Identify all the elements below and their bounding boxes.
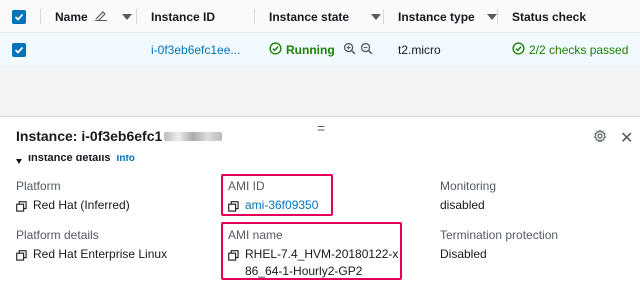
instance-details-section-toggle[interactable]: Instance details Info bbox=[16, 155, 135, 164]
row-checkbox[interactable] bbox=[12, 33, 26, 66]
table-empty-area bbox=[0, 66, 640, 116]
gear-icon[interactable] bbox=[593, 129, 607, 146]
copy-icon[interactable] bbox=[16, 249, 27, 266]
column-header-name[interactable]: Name bbox=[55, 0, 132, 33]
copy-icon[interactable] bbox=[228, 249, 239, 266]
ami-id-link[interactable]: ami-36f09350 bbox=[245, 197, 318, 214]
column-header-instance-type[interactable]: Instance type bbox=[398, 0, 497, 33]
instance-type-cell: t2.micro bbox=[398, 42, 441, 57]
zoom-out-icon[interactable] bbox=[360, 42, 373, 58]
checkbox-checked-icon bbox=[12, 42, 26, 57]
instance-state-cell: Running bbox=[269, 33, 373, 66]
checkbox-checked-icon bbox=[12, 9, 26, 24]
monitoring-field: Monitoring disabled bbox=[440, 179, 497, 212]
platform-field: Platform Red Hat (Inferred) bbox=[16, 179, 130, 217]
caret-down-icon[interactable] bbox=[371, 13, 382, 20]
check-circle-icon bbox=[269, 41, 282, 58]
column-header-status-check[interactable]: Status check bbox=[512, 0, 586, 33]
caret-down-icon bbox=[16, 159, 22, 164]
redacted-text bbox=[164, 131, 223, 141]
platform-details-field: Platform details Red Hat Enterprise Linu… bbox=[16, 228, 167, 266]
table-header: Name Instance ID Instance state Instance… bbox=[0, 0, 640, 33]
zoom-in-icon[interactable] bbox=[343, 42, 356, 58]
column-header-instance-state[interactable]: Instance state bbox=[269, 0, 382, 33]
ami-name-field: AMI name RHEL-7.4_HVM-20180122-x86_64-1-… bbox=[228, 228, 399, 278]
status-check-cell[interactable]: 2/2 checks passed bbox=[512, 33, 628, 66]
copy-icon[interactable] bbox=[16, 200, 27, 217]
select-all-checkbox[interactable] bbox=[12, 0, 26, 33]
running-status: Running bbox=[269, 41, 335, 58]
instances-table: Name Instance ID Instance state Instance… bbox=[0, 0, 640, 66]
caret-down-icon[interactable] bbox=[486, 13, 497, 20]
resize-handle[interactable]: = bbox=[317, 120, 325, 136]
pencil-icon bbox=[94, 9, 108, 24]
table-row[interactable]: i-0f3eb6efc1ee... Running t2.micro 2/2 c… bbox=[0, 33, 640, 66]
instance-id-link[interactable]: i-0f3eb6efc1ee... bbox=[151, 33, 240, 66]
check-circle-icon bbox=[512, 41, 525, 58]
close-icon[interactable]: ✕ bbox=[620, 128, 633, 148]
termination-protection-field: Termination protection Disabled bbox=[440, 228, 559, 261]
copy-icon[interactable] bbox=[228, 200, 239, 217]
column-header-instance-id[interactable]: Instance ID bbox=[151, 0, 215, 33]
instance-detail-panel: = Instance: i-0f3eb6efc1 ✕ Instance deta… bbox=[0, 116, 640, 282]
caret-down-icon[interactable] bbox=[121, 13, 132, 20]
panel-title: Instance: i-0f3eb6efc1 bbox=[16, 128, 223, 144]
info-link[interactable]: Info bbox=[117, 155, 135, 164]
ami-id-field: AMI ID ami-36f09350 bbox=[228, 179, 318, 217]
